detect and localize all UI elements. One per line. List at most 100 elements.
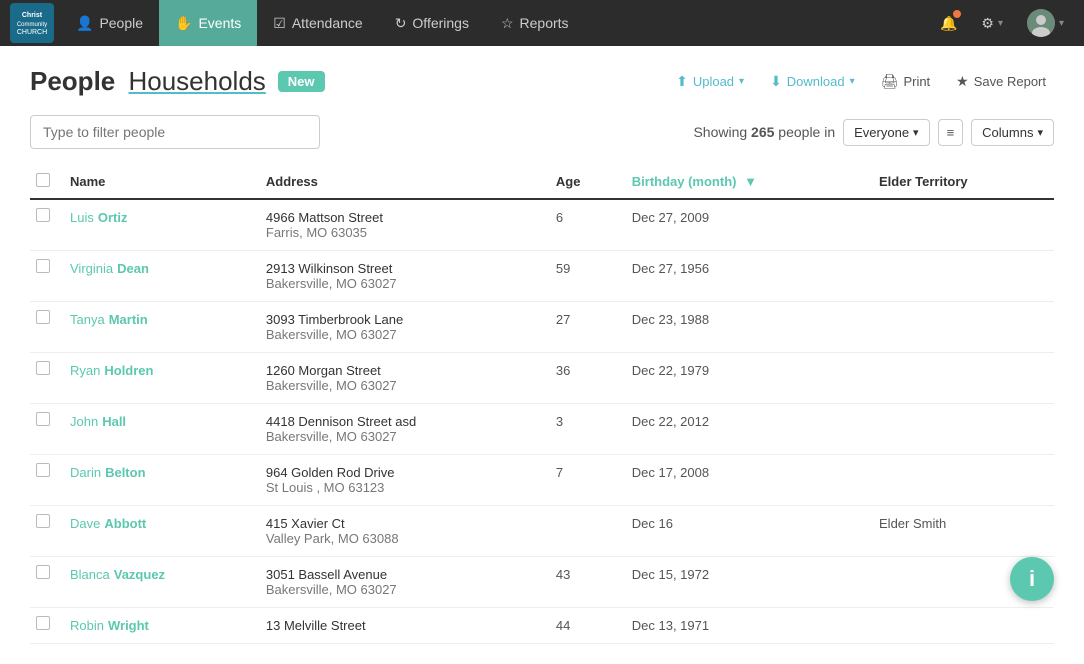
- table-row: Robin Wright 13 Melville Street 44 Dec 1…: [30, 608, 1054, 644]
- row-address: 3051 Bassell Avenue Bakersville, MO 6302…: [256, 557, 546, 608]
- address-line1: 1260 Morgan Street: [266, 363, 536, 378]
- page-title: People Households: [30, 66, 266, 97]
- notification-dot: [953, 10, 961, 18]
- row-name[interactable]: Ryan Holdren: [60, 353, 256, 404]
- row-checkbox[interactable]: [36, 259, 50, 273]
- row-name[interactable]: Darin Belton: [60, 455, 256, 506]
- row-elder: [869, 608, 1054, 644]
- profile-chevron: ▾: [1059, 18, 1064, 29]
- col-name[interactable]: Name: [60, 165, 256, 199]
- col-age[interactable]: Age: [546, 165, 622, 199]
- profile-button[interactable]: ▾: [1017, 0, 1074, 46]
- row-checkbox-cell: [30, 455, 60, 506]
- table-row: John Hall 4418 Dennison Street asd Baker…: [30, 404, 1054, 455]
- row-address: 415 Xavier Ct Valley Park, MO 63088: [256, 506, 546, 557]
- row-age: 59: [546, 251, 622, 302]
- row-age: 3: [546, 404, 622, 455]
- nav-item-attendance[interactable]: ☑ Attendance: [257, 0, 378, 46]
- settings-button[interactable]: ⚙ ▾: [971, 0, 1013, 46]
- filter-input[interactable]: [30, 115, 320, 149]
- person-first-name: Darin: [70, 465, 101, 480]
- print-button[interactable]: 🖨 Print: [873, 69, 939, 94]
- person-first-name: Blanca: [70, 567, 110, 582]
- attendance-nav-icon: ☑: [273, 15, 286, 32]
- row-birthday: Dec 13, 1971: [622, 608, 869, 644]
- row-age: 44: [546, 608, 622, 644]
- col-birthday[interactable]: Birthday (month) ▼: [622, 165, 869, 199]
- person-first-name: Virginia: [70, 261, 113, 276]
- row-age: 6: [546, 199, 622, 251]
- person-last-name: Hall: [102, 414, 126, 429]
- table-row: Blanca Vazquez 3051 Bassell Avenue Baker…: [30, 557, 1054, 608]
- new-button[interactable]: New: [278, 71, 325, 92]
- row-name[interactable]: Blanca Vazquez: [60, 557, 256, 608]
- logo[interactable]: Christ Community CHURCH: [10, 3, 54, 43]
- nav-items: 👤 People ✋ Events ☑ Attendance ↻ Offerin…: [60, 0, 930, 46]
- filter-right: Showing 265 people in Everyone ▾ ≡ Colum…: [693, 119, 1054, 146]
- nav-item-offerings[interactable]: ↻ Offerings: [379, 0, 485, 46]
- table-row: Ryan Holdren 1260 Morgan Street Bakersvi…: [30, 353, 1054, 404]
- events-nav-icon: ✋: [175, 15, 192, 32]
- select-all-header: [30, 165, 60, 199]
- info-button[interactable]: i: [1010, 557, 1054, 601]
- row-name[interactable]: Virginia Dean: [60, 251, 256, 302]
- showing-text: Showing 265 people in: [693, 124, 835, 140]
- upload-button[interactable]: ⬆ Upload ▾: [668, 69, 752, 94]
- nav-item-events[interactable]: ✋ Events: [159, 0, 257, 46]
- row-elder: Elder Smith: [869, 506, 1054, 557]
- row-birthday: Dec 27, 2009: [622, 199, 869, 251]
- row-checkbox[interactable]: [36, 310, 50, 324]
- row-name[interactable]: Dave Abbott: [60, 506, 256, 557]
- print-icon: 🖨: [881, 73, 899, 90]
- row-name[interactable]: Tanya Martin: [60, 302, 256, 353]
- notifications-button[interactable]: 🔔: [930, 0, 967, 46]
- row-checkbox[interactable]: [36, 565, 50, 579]
- address-line2: St Louis , MO 63123: [266, 480, 536, 495]
- row-name[interactable]: Robin Wright: [60, 608, 256, 644]
- row-elder: [869, 199, 1054, 251]
- row-elder: [869, 251, 1054, 302]
- gear-icon: ⚙: [981, 15, 994, 32]
- address-line2: Farris, MO 63035: [266, 225, 536, 240]
- filter-row: Showing 265 people in Everyone ▾ ≡ Colum…: [30, 115, 1054, 149]
- row-checkbox[interactable]: [36, 616, 50, 630]
- download-chevron: ▾: [850, 76, 855, 87]
- title-light: Households: [128, 66, 265, 96]
- person-last-name: Dean: [117, 261, 149, 276]
- hamburger-button[interactable]: ≡: [938, 119, 964, 146]
- row-name[interactable]: John Hall: [60, 404, 256, 455]
- row-checkbox[interactable]: [36, 208, 50, 222]
- offerings-nav-icon: ↻: [395, 15, 407, 32]
- person-first-name: Luis: [70, 210, 94, 225]
- person-last-name: Vazquez: [114, 567, 165, 582]
- row-checkbox-cell: [30, 506, 60, 557]
- row-checkbox[interactable]: [36, 514, 50, 528]
- save-report-button[interactable]: ★ Save Report: [948, 69, 1054, 94]
- row-name[interactable]: Luis Ortiz: [60, 199, 256, 251]
- reports-nav-icon: ☆: [501, 15, 514, 32]
- columns-button[interactable]: Columns ▾: [971, 119, 1054, 146]
- title-bold: People: [30, 66, 115, 96]
- select-all-checkbox[interactable]: [36, 173, 50, 187]
- table-row: Dave Abbott 415 Xavier Ct Valley Park, M…: [30, 506, 1054, 557]
- columns-chevron: ▾: [1037, 126, 1043, 139]
- row-checkbox[interactable]: [36, 361, 50, 375]
- nav-item-people[interactable]: 👤 People: [60, 0, 159, 46]
- group-filter-button[interactable]: Everyone ▾: [843, 119, 929, 146]
- col-elder[interactable]: Elder Territory: [869, 165, 1054, 199]
- nav-item-reports[interactable]: ☆ Reports: [485, 0, 585, 46]
- row-checkbox-cell: [30, 353, 60, 404]
- col-address[interactable]: Address: [256, 165, 546, 199]
- person-first-name: Dave: [70, 516, 100, 531]
- download-button[interactable]: ⬇ Download ▾: [762, 69, 863, 94]
- row-checkbox[interactable]: [36, 412, 50, 426]
- person-last-name: Abbott: [104, 516, 146, 531]
- svg-text:CHURCH: CHURCH: [17, 29, 47, 36]
- row-address: 3093 Timberbrook Lane Bakersville, MO 63…: [256, 302, 546, 353]
- address-line1: 4418 Dennison Street asd: [266, 414, 536, 429]
- table-row: Tanya Martin 3093 Timberbrook Lane Baker…: [30, 302, 1054, 353]
- row-checkbox[interactable]: [36, 463, 50, 477]
- row-checkbox-cell: [30, 404, 60, 455]
- person-last-name: Holdren: [104, 363, 153, 378]
- table-header-row: Name Address Age Birthday (month) ▼ Elde…: [30, 165, 1054, 199]
